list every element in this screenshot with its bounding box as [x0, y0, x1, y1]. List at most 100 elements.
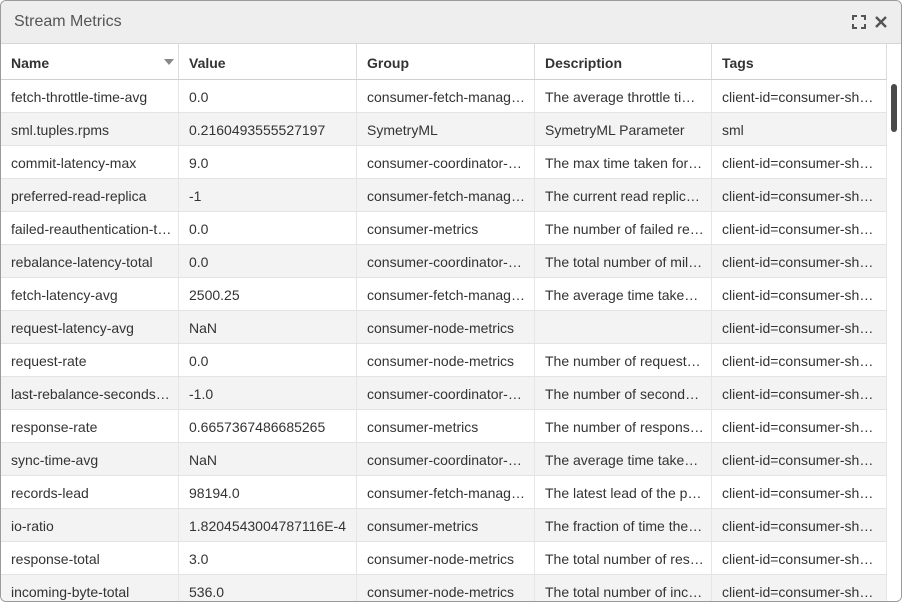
column-header-label: Tags: [722, 55, 754, 71]
column-header-label: Value: [189, 55, 226, 71]
column-header-tags[interactable]: Tags: [712, 44, 887, 79]
cell-name: last-rebalance-seconds-ago: [1, 377, 179, 409]
table-row[interactable]: request-latency-avg NaN consumer-node-metr…: [1, 311, 887, 344]
vertical-scrollbar[interactable]: [887, 44, 901, 601]
cell-description: The number of failed re-authentication: [535, 212, 712, 244]
cell-tags: client-id=consumer-shuttle: [712, 575, 887, 601]
cell-description: The average time taken for a group sync: [535, 443, 712, 475]
cell-name: io-ratio: [1, 509, 179, 541]
cell-tags: client-id=consumer-shuttle: [712, 509, 887, 541]
metrics-grid: Name Value Group Description Tags fetch-…: [1, 44, 901, 601]
cell-group: consumer-node-metrics: [357, 542, 535, 574]
cell-name: failed-reauthentication-total: [1, 212, 179, 244]
cell-value: 0.0: [179, 80, 357, 112]
cell-name: incoming-byte-total: [1, 575, 179, 601]
cell-name: request-latency-avg: [1, 311, 179, 343]
cell-group: consumer-node-metrics: [357, 575, 535, 601]
cell-tags: sml: [712, 113, 887, 145]
cell-tags: client-id=consumer-shuttle: [712, 245, 887, 277]
cell-group: consumer-node-metrics: [357, 311, 535, 343]
table-body: fetch-throttle-time-avg 0.0 consumer-fetch…: [1, 80, 887, 601]
cell-group: consumer-coordinator-metrics: [357, 443, 535, 475]
cell-description: The average throttle time in ms: [535, 80, 712, 112]
cell-group: SymetryML: [357, 113, 535, 145]
cell-value: 1.8204543004787116E-4: [179, 509, 357, 541]
cell-tags: client-id=consumer-shuttle: [712, 146, 887, 178]
cell-value: 0.0: [179, 344, 357, 376]
sort-dropdown-icon[interactable]: [164, 59, 174, 65]
cell-group: consumer-fetch-manager-metrics: [357, 80, 535, 112]
table-row[interactable]: commit-latency-max 9.0 consumer-coordinato…: [1, 146, 887, 179]
cell-name: fetch-throttle-time-avg: [1, 80, 179, 112]
table-row[interactable]: preferred-read-replica -1 consumer-fetch-m…: [1, 179, 887, 212]
table-row[interactable]: response-total 3.0 consumer-node-metrics Th…: [1, 542, 887, 575]
cell-value: NaN: [179, 443, 357, 475]
cell-description: The number of requests sent per second: [535, 344, 712, 376]
stream-metrics-window: Stream Metrics Name Value Group Descript…: [0, 0, 902, 602]
cell-group: consumer-coordinator-metrics: [357, 245, 535, 277]
cell-description: The current read replica for the partiti…: [535, 179, 712, 211]
maximize-icon[interactable]: [851, 14, 867, 30]
table-row[interactable]: io-ratio 1.8204543004787116E-4 consumer-me…: [1, 509, 887, 542]
cell-tags: client-id=consumer-shuttle: [712, 410, 887, 442]
cell-group: consumer-coordinator-metrics: [357, 146, 535, 178]
cell-value: 0.2160493555527197: [179, 113, 357, 145]
table-row[interactable]: rebalance-latency-total 0.0 consumer-coord…: [1, 245, 887, 278]
cell-description: The total number of incoming bytes: [535, 575, 712, 601]
cell-tags: client-id=consumer-shuttle: [712, 278, 887, 310]
cell-tags: client-id=consumer-shuttle: [712, 311, 887, 343]
cell-value: 3.0: [179, 542, 357, 574]
close-icon[interactable]: [873, 14, 889, 30]
cell-name: response-rate: [1, 410, 179, 442]
table-row[interactable]: last-rebalance-seconds-ago -1.0 consumer-c…: [1, 377, 887, 410]
cell-name: response-total: [1, 542, 179, 574]
cell-group: consumer-fetch-manager-metrics: [357, 476, 535, 508]
cell-group: consumer-fetch-manager-metrics: [357, 278, 535, 310]
cell-group: consumer-metrics: [357, 212, 535, 244]
title-bar[interactable]: Stream Metrics: [1, 1, 901, 44]
table-row[interactable]: sml.tuples.rpms 0.2160493555527197 Symetry…: [1, 113, 887, 146]
cell-group: consumer-node-metrics: [357, 344, 535, 376]
cell-name: fetch-latency-avg: [1, 278, 179, 310]
cell-tags: client-id=consumer-shuttle: [712, 542, 887, 574]
column-header-label: Name: [11, 55, 50, 71]
cell-description: The total number of milliseconds: [535, 245, 712, 277]
cell-tags: client-id=consumer-shuttle: [712, 476, 887, 508]
cell-tags: client-id=consumer-shuttle: [712, 80, 887, 112]
table-row[interactable]: response-rate 0.6657367486685265 consumer-…: [1, 410, 887, 443]
cell-value: -1.0: [179, 377, 357, 409]
cell-value: 0.6657367486685265: [179, 410, 357, 442]
table-row[interactable]: fetch-throttle-time-avg 0.0 consumer-fetch…: [1, 80, 887, 113]
cell-value: 9.0: [179, 146, 357, 178]
cell-value: 536.0: [179, 575, 357, 601]
cell-name: rebalance-latency-total: [1, 245, 179, 277]
table-row[interactable]: failed-reauthentication-total 0.0 consumer…: [1, 212, 887, 245]
cell-value: NaN: [179, 311, 357, 343]
cell-name: commit-latency-max: [1, 146, 179, 178]
scrollbar-thumb[interactable]: [891, 84, 897, 132]
column-header-name[interactable]: Name: [1, 44, 179, 79]
cell-value: -1: [179, 179, 357, 211]
cell-description: The number of seconds since the last reb…: [535, 377, 712, 409]
column-header-label: Group: [367, 55, 409, 71]
table-row[interactable]: incoming-byte-total 536.0 consumer-node-me…: [1, 575, 887, 601]
cell-description: The max time taken for a commit request: [535, 146, 712, 178]
cell-value: 0.0: [179, 245, 357, 277]
cell-group: consumer-metrics: [357, 509, 535, 541]
column-header-group[interactable]: Group: [357, 44, 535, 79]
table-row[interactable]: sync-time-avg NaN consumer-coordinator-met…: [1, 443, 887, 476]
table-header: Name Value Group Description Tags: [1, 44, 887, 80]
cell-group: consumer-metrics: [357, 410, 535, 442]
cell-description: The average time taken for a fetch reque…: [535, 278, 712, 310]
column-header-description[interactable]: Description: [535, 44, 712, 79]
cell-tags: client-id=consumer-shuttle: [712, 212, 887, 244]
cell-tags: client-id=consumer-shuttle: [712, 344, 887, 376]
cell-description: The number of responses received per sec…: [535, 410, 712, 442]
table-row[interactable]: fetch-latency-avg 2500.25 consumer-fetch-m…: [1, 278, 887, 311]
table-row[interactable]: records-lead 98194.0 consumer-fetch-manage…: [1, 476, 887, 509]
cell-name: request-rate: [1, 344, 179, 376]
cell-description: The fraction of time the I/O thread spen…: [535, 509, 712, 541]
column-header-value[interactable]: Value: [179, 44, 357, 79]
table-row[interactable]: request-rate 0.0 consumer-node-metrics The …: [1, 344, 887, 377]
cell-group: consumer-fetch-manager-metrics: [357, 179, 535, 211]
